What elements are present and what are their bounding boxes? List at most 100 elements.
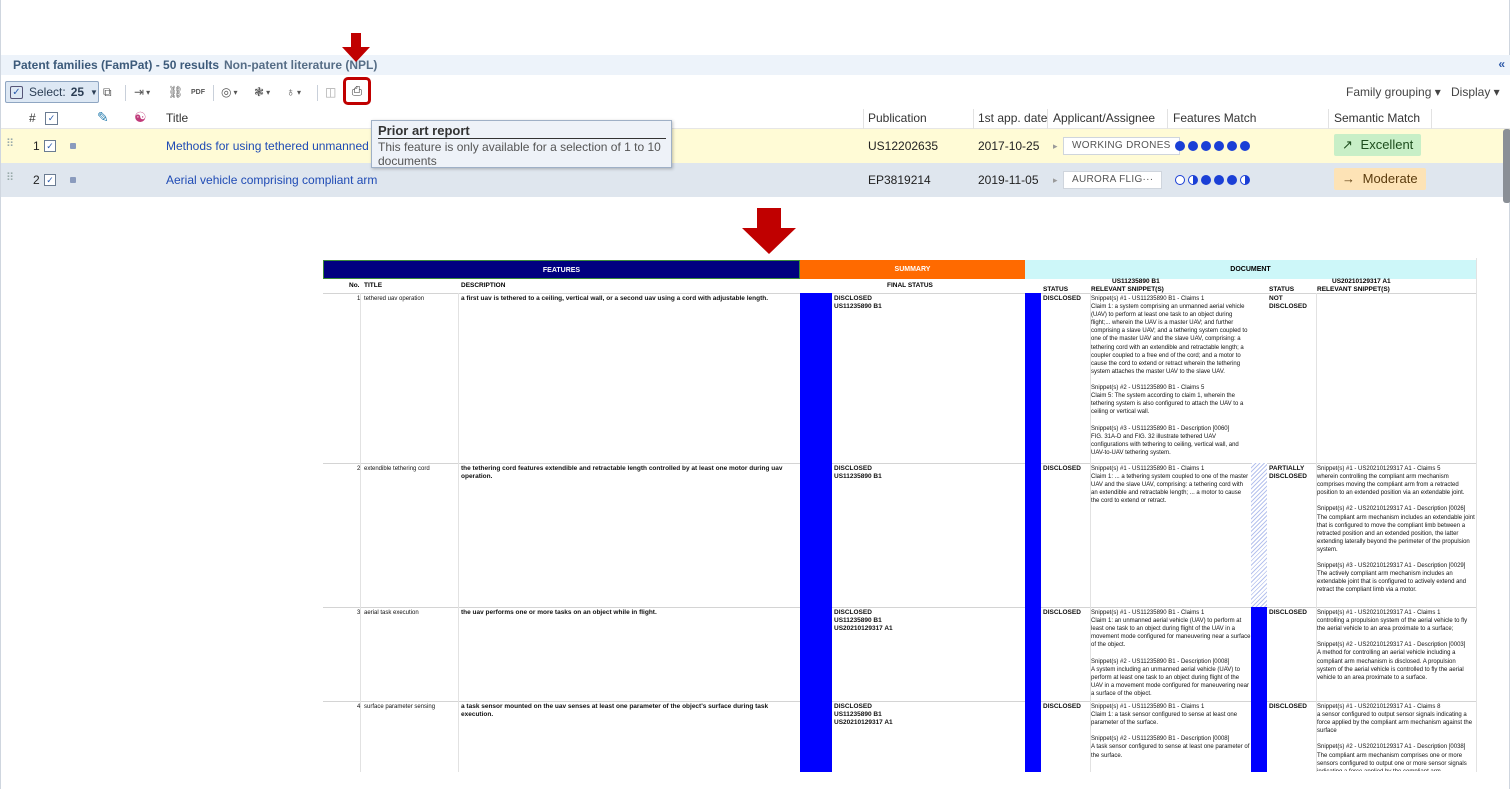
col-features-match[interactable]: Features Match [1173, 111, 1256, 125]
applicant-tag[interactable]: WORKING DRONES [1063, 137, 1180, 155]
report-row-no: 3 [357, 610, 361, 616]
expand-icon[interactable]: ▸ [1053, 141, 1058, 152]
doc2-partial-bar [1251, 463, 1267, 607]
prior-art-report-button[interactable]: ⎙ [343, 77, 371, 105]
report-row-title: surface parameter sensing [364, 704, 436, 710]
report-row-no: 2 [357, 466, 361, 472]
col-divider [863, 109, 864, 129]
toolbar-divider [213, 85, 214, 101]
select-all-checkbox-icon: ✓ [10, 85, 23, 99]
feature-match-dot-icon [1227, 174, 1237, 185]
export-icon[interactable]: ⇥ ▾ [134, 81, 150, 103]
summary-header: SUMMARY [800, 260, 1025, 279]
col-semantic-match[interactable]: Semantic Match [1334, 111, 1420, 125]
final-status-bar [800, 293, 832, 772]
collapse-panel-icon[interactable]: « [1498, 57, 1505, 71]
feature-match-dot-icon [1214, 174, 1224, 185]
toolbar-divider [317, 85, 318, 101]
row-number: 2 [33, 173, 40, 187]
prior-art-report-icon: ⎙ [351, 83, 363, 98]
col-status: STATUS [1043, 286, 1069, 293]
col-number: # [29, 111, 36, 125]
col-snippets: RELEVANT SNIPPET(S) [1317, 286, 1390, 293]
col-title[interactable]: Title [166, 111, 188, 125]
col-snippets: RELEVANT SNIPPET(S) [1091, 286, 1164, 293]
report-row-doc1-snippets: Snippet(s) #1 - US11235890 B1 - Claims 1… [1091, 610, 1251, 697]
chevron-down-icon: ▼ [90, 87, 98, 97]
tab-patent-families[interactable]: Patent families (FamPat) - 50 results [13, 58, 219, 72]
report-row-doc2-snippets: Snippet(s) #1 - US20210129317 A1 - Claim… [1317, 466, 1475, 594]
results-tabs: Patent families (FamPat) - 50 results No… [1, 55, 1510, 75]
annotate-icon[interactable]: ✎ [97, 109, 109, 126]
feature-match-dot-icon [1175, 174, 1185, 185]
report-row-doc2-status: DISCLOSED [1269, 609, 1307, 616]
row-publication[interactable]: EP3819214 [868, 173, 931, 187]
report-row-final-status: DISCLOSED US11235890 B1 US20210129317 A1 [834, 609, 893, 633]
row-checkbox[interactable]: ✓ [44, 138, 56, 152]
pdf-icon[interactable]: PDF [191, 81, 205, 103]
link-icon[interactable]: ⛓ [168, 81, 183, 103]
feature-match-dot-icon [1188, 140, 1198, 151]
report-row-title: tethered uav operation [364, 296, 425, 302]
feature-match-dot-icon [1240, 174, 1250, 185]
results-panel: Patent families (FamPat) - 50 results No… [1, 55, 1510, 203]
col-divider [1328, 109, 1329, 129]
report-row-doc1-snippets: Snippet(s) #1 - US11235890 B1 - Claims 1… [1091, 296, 1248, 456]
col-publication[interactable]: Publication [868, 111, 927, 125]
feature-match-dot-icon [1240, 140, 1250, 151]
red-arrow-pointer-icon [342, 33, 370, 63]
semantic-match-badge[interactable]: → Moderate [1334, 168, 1426, 190]
report-row-doc2-snippets: Snippet(s) #1 - US20210129317 A1 - Claim… [1317, 610, 1468, 681]
expand-icon[interactable]: ▸ [1053, 175, 1058, 186]
report-row-doc1-snippets: Snippet(s) #1 - US11235890 B1 - Claims 1… [1091, 704, 1250, 759]
row-divider [323, 463, 1476, 464]
row-checkbox[interactable]: ✓ [44, 172, 56, 186]
feature-match-dot-icon [1175, 140, 1185, 151]
features-match-dots [1175, 138, 1253, 152]
col-final-status: FINAL STATUS [887, 282, 933, 289]
scrollbar[interactable] [1503, 129, 1510, 203]
semantic-match-badge[interactable]: ↗ Excellent [1334, 134, 1422, 156]
page-frame: Patent families (FamPat) - 50 results No… [0, 0, 1510, 789]
feature-match-dot-icon [1214, 140, 1224, 151]
row-date: 2019-11-05 [978, 173, 1039, 187]
table-row[interactable]: ⠿ 2 ✓ Aerial vehicle comprising complian… [1, 163, 1510, 197]
col-divider [1431, 109, 1432, 129]
display-dropdown[interactable]: Display ▾ [1451, 85, 1500, 99]
report-row-final-status: DISCLOSED US11235890 B1 [834, 295, 882, 311]
report-row-doc2-status: NOT DISCLOSED [1269, 295, 1307, 311]
applicant-tag[interactable]: AURORA FLIG··· [1063, 171, 1163, 189]
row-title-link[interactable]: Aerial vehicle comprising compliant arm [166, 173, 377, 187]
arrow-right-icon: → [1342, 171, 1355, 186]
col-applicant[interactable]: Applicant/Assignee [1053, 111, 1155, 125]
doc2-status-bar [1251, 607, 1267, 772]
report-row-description: a first uav is tethered to a ceiling, ve… [461, 295, 769, 302]
features-header: FEATURES [323, 260, 800, 279]
doc1-status-bar [1025, 293, 1041, 772]
report-row-no: 1 [357, 296, 361, 302]
side-by-side-icon[interactable]: ◫ [325, 81, 336, 103]
row-publication[interactable]: US12202635 [868, 139, 938, 153]
report-row-doc2-status: PARTIALLY DISCLOSED [1269, 465, 1307, 481]
drag-handle-icon[interactable]: ⠿ [6, 171, 14, 184]
report-row-final-status: DISCLOSED US11235890 B1 US20210129317 A1 [834, 703, 893, 727]
network-icon[interactable]: ❃ ▾ [254, 81, 270, 103]
family-grouping-dropdown[interactable]: Family grouping ▾ [1346, 85, 1441, 99]
compare-icon[interactable]: ◎ ▾ [221, 81, 238, 103]
row-title-link[interactable]: Methods for using tethered unmanned a [166, 139, 379, 153]
select-dropdown[interactable]: ✓ Select: 25 ▼ [5, 81, 99, 103]
col-first-app-date[interactable]: 1st app. date [978, 111, 1047, 125]
select-count: 25 [70, 85, 85, 99]
prior-art-report: FEATURES SUMMARY DOCUMENT No. TITLE DESC… [323, 258, 1498, 772]
header-checkbox[interactable]: ✓ [45, 110, 58, 125]
table-row[interactable]: ⠿ 1 ✓ Methods for using tethered unmanne… [1, 129, 1510, 163]
col-divider [973, 109, 974, 129]
drag-handle-icon[interactable]: ⠿ [6, 137, 14, 150]
row-number: 1 [33, 139, 40, 153]
report-row-description: the tethering cord features extendible a… [461, 465, 783, 481]
trophy-icon[interactable]: ♁ ▾ [286, 81, 301, 103]
report-row-doc2-status: DISCLOSED [1269, 703, 1307, 710]
feature-match-dot-icon [1188, 174, 1198, 185]
copy-icon[interactable]: ⧉ [103, 81, 112, 103]
report-row-no: 4 [357, 704, 361, 710]
